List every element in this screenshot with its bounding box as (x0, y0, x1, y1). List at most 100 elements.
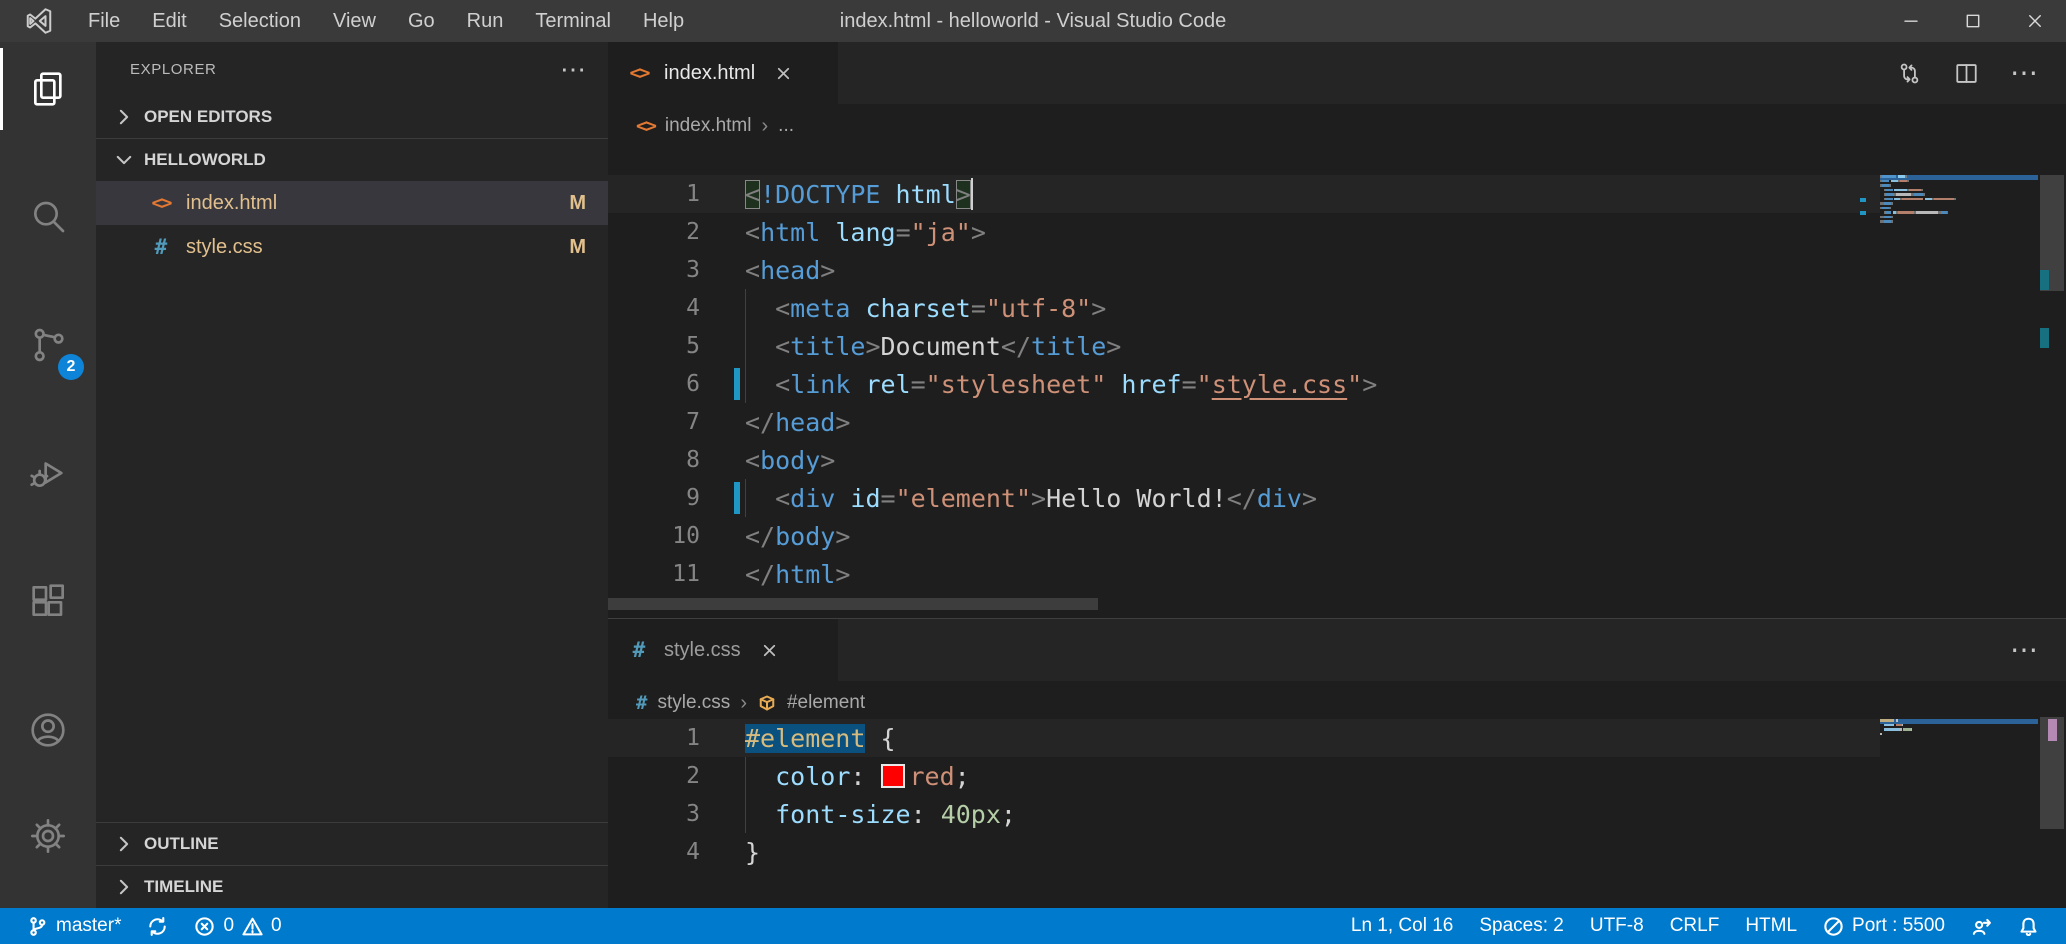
line-number: 3 (608, 251, 700, 289)
sidebar-more-actions-icon[interactable]: ⋯ (560, 64, 588, 74)
gutter: 2 (608, 757, 745, 795)
activitybar-search[interactable] (0, 170, 96, 264)
close-tab-icon[interactable] (761, 642, 778, 659)
section-open-editors[interactable]: OPEN EDITORS (96, 96, 608, 138)
maximize-icon[interactable] (1942, 0, 2004, 42)
html-file-icon: <> (636, 115, 655, 137)
code-line[interactable]: 2<html lang="ja"> (608, 213, 1880, 251)
breadcrumb-symbol[interactable]: ... (778, 115, 794, 137)
status-left: master* 00 (14, 908, 295, 944)
line-number: 7 (608, 403, 700, 441)
file-label: style.css (186, 236, 263, 259)
status-eol-sequence[interactable]: CRLF (1657, 908, 1733, 944)
activitybar-settings[interactable] (0, 788, 96, 884)
open-changes-icon[interactable] (1896, 60, 1923, 87)
tab-bar: <> index.html ⋯ (608, 42, 2066, 104)
code-line[interactable]: 9 <div id="element">Hello World!</div> (608, 479, 1880, 517)
code-line[interactable]: 1#element { (608, 719, 1880, 757)
vscode-logo-icon (24, 6, 54, 36)
menu-file[interactable]: File (72, 0, 136, 42)
sync-icon (147, 916, 168, 937)
status-encoding[interactable]: UTF-8 (1577, 908, 1657, 944)
code-editor-html[interactable]: 1<!DOCTYPE html>2<html lang="ja">3<head>… (608, 175, 1880, 593)
minimap-line (1880, 198, 2038, 201)
color-swatch[interactable] (881, 764, 905, 788)
status-language-mode[interactable]: HTML (1732, 908, 1810, 944)
code-line[interactable]: 8<body> (608, 441, 1880, 479)
section-outline[interactable]: OUTLINE (96, 822, 608, 865)
minimap-line (1880, 184, 2038, 187)
section-folder[interactable]: HELLOWORLD (96, 138, 608, 181)
tab-index-html[interactable]: <> index.html (608, 42, 838, 104)
breadcrumb-separator: › (762, 115, 769, 138)
breadcrumb-file[interactable]: style.css (657, 692, 730, 714)
status-problems[interactable]: 00 (181, 908, 294, 944)
menu-run[interactable]: Run (451, 0, 520, 42)
gutter: 2 (608, 213, 745, 251)
code-line[interactable]: 2 color: red; (608, 757, 1880, 795)
menu-edit[interactable]: Edit (136, 0, 202, 42)
minimap[interactable] (1880, 719, 2038, 737)
menu-selection[interactable]: Selection (203, 0, 317, 42)
code-line[interactable]: 4} (608, 833, 1880, 871)
git-modified-badge: M (569, 236, 586, 259)
minimap-line (1880, 211, 2038, 214)
close-icon[interactable] (2004, 0, 2066, 42)
activitybar-extensions[interactable] (0, 554, 96, 648)
minimize-icon[interactable] (1880, 0, 1942, 42)
code-line[interactable]: 7</head> (608, 403, 1880, 441)
code-line[interactable]: 5 <title>Document</title> (608, 327, 1880, 365)
vscode-window: { "window": { "title": "index.html - hel… (0, 0, 2066, 944)
chevron-right-icon (114, 877, 134, 897)
more-actions-icon[interactable]: ⋯ (2010, 645, 2040, 655)
editor-group-html: <> index.html ⋯ <> index. (608, 42, 2066, 618)
chevron-right-icon (114, 834, 134, 854)
activitybar-accounts[interactable] (0, 682, 96, 778)
code-line[interactable]: 4 <meta charset="utf-8"> (608, 289, 1880, 327)
menu-terminal[interactable]: Terminal (519, 0, 627, 42)
code-line[interactable]: 1<!DOCTYPE html> (608, 175, 1880, 213)
code-line[interactable]: 6 <link rel="stylesheet" href="style.css… (608, 365, 1880, 403)
activitybar-explorer[interactable] (0, 42, 96, 136)
status-indentation[interactable]: Spaces: 2 (1466, 908, 1577, 944)
horizontal-scrollbar[interactable] (608, 598, 2066, 610)
code-line[interactable]: 10</body> (608, 517, 1880, 555)
menu-go[interactable]: Go (392, 0, 451, 42)
breadcrumb-symbol[interactable]: #element (787, 692, 865, 714)
slash-icon (1823, 916, 1844, 937)
status-right: Ln 1, Col 16Spaces: 2UTF-8CRLFHTMLPort :… (1338, 908, 2052, 944)
status-feedback[interactable] (1958, 908, 2005, 944)
code-line[interactable]: 3 font-size: 40px; (608, 795, 1880, 833)
code-editor-css[interactable]: 1#element {2 color: red;3 font-size: 40p… (608, 719, 1880, 871)
menu-help[interactable]: Help (627, 0, 700, 42)
status-notifications[interactable] (2005, 908, 2052, 944)
minimap-line (1880, 724, 2038, 727)
close-tab-icon[interactable] (775, 65, 792, 82)
minimap-modified-mark (1860, 211, 1866, 215)
split-editor-icon[interactable] (1953, 60, 1980, 87)
menu-view[interactable]: View (317, 0, 392, 42)
file-style-css[interactable]: #style.cssM (96, 225, 608, 269)
code-line[interactable]: 11</html> (608, 555, 1880, 593)
minimap[interactable] (1880, 175, 2038, 225)
activitybar-run-and-debug[interactable] (0, 426, 96, 520)
ext-icon (28, 581, 68, 621)
indent-guide (745, 795, 746, 833)
more-actions-icon[interactable]: ⋯ (2010, 68, 2040, 78)
bell-icon (2018, 916, 2039, 937)
file-label: index.html (186, 192, 277, 215)
activitybar-source-control[interactable]: 2 (0, 298, 96, 392)
status-sync-changes[interactable] (134, 908, 181, 944)
section-timeline[interactable]: TIMELINE (96, 865, 608, 908)
gutter: 8 (608, 441, 745, 479)
status-live-server-port[interactable]: Port : 5500 (1810, 908, 1958, 944)
status-cursor-position[interactable]: Ln 1, Col 16 (1338, 908, 1466, 944)
gutter: 6 (608, 365, 745, 403)
window-controls (1880, 0, 2066, 42)
tab-style-css[interactable]: # style.css (608, 619, 838, 681)
status-git-branch[interactable]: master* (14, 908, 134, 944)
code-line[interactable]: 3<head> (608, 251, 1880, 289)
file-index-html[interactable]: <>index.htmlM (96, 181, 608, 225)
breadcrumb-file[interactable]: index.html (665, 115, 752, 137)
gear-icon (28, 816, 68, 856)
